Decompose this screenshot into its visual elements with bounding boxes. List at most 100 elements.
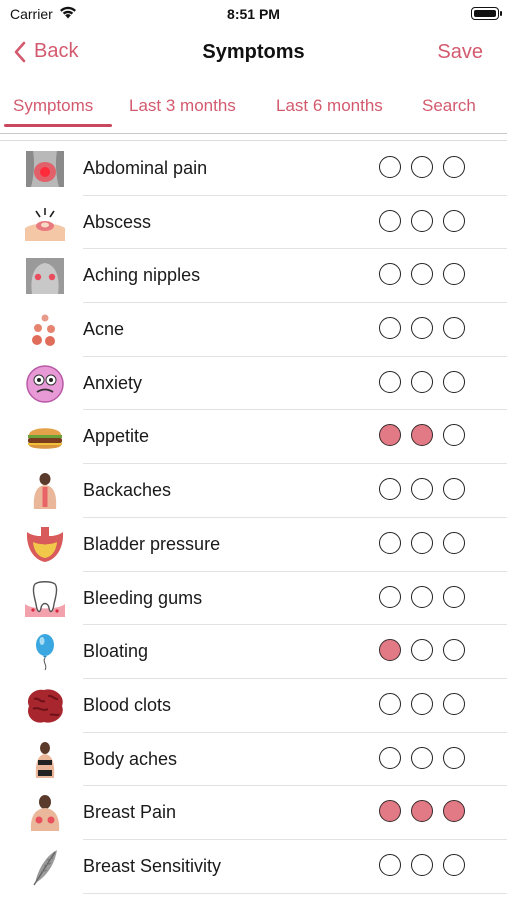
symptom-row-backaches[interactable]: Backaches bbox=[0, 464, 507, 518]
symptom-row-abdominal-pain[interactable]: Abdominal pain bbox=[0, 142, 507, 196]
tab-last-6-months[interactable]: Last 6 months bbox=[276, 96, 383, 116]
severity-circle-3[interactable] bbox=[443, 156, 465, 178]
abscess-icon bbox=[24, 203, 66, 243]
symptom-label: Bladder pressure bbox=[83, 533, 221, 554]
severity-circle-3[interactable] bbox=[443, 209, 465, 232]
severity-selector bbox=[379, 370, 465, 393]
severity-circle-1[interactable] bbox=[379, 639, 401, 662]
status-time: 8:51 PM bbox=[227, 6, 280, 22]
battery-icon bbox=[471, 7, 502, 20]
severity-selector bbox=[379, 156, 465, 178]
severity-circle-1[interactable] bbox=[379, 424, 401, 447]
symptom-row-abscess[interactable]: Abscess bbox=[0, 196, 507, 250]
severity-circle-2[interactable] bbox=[411, 156, 433, 178]
severity-selector bbox=[379, 424, 465, 447]
acne-icon bbox=[24, 310, 66, 350]
tabs-divider bbox=[0, 133, 507, 134]
active-tab-indicator bbox=[4, 124, 112, 127]
severity-circle-1[interactable] bbox=[379, 692, 401, 715]
navigation-bar: Back Symptoms Save bbox=[0, 30, 507, 76]
symptom-row-body-aches[interactable]: Body aches bbox=[0, 733, 507, 787]
status-bar: Carrier 8:51 PM bbox=[0, 0, 507, 30]
tab-symptoms[interactable]: Symptoms bbox=[13, 96, 93, 116]
severity-circle-3[interactable] bbox=[443, 692, 465, 715]
severity-selector bbox=[379, 800, 465, 823]
severity-circle-3[interactable] bbox=[443, 853, 465, 876]
severity-circle-3[interactable] bbox=[443, 746, 465, 769]
back-icon bbox=[24, 471, 66, 511]
severity-selector bbox=[379, 692, 465, 715]
symptom-label: Aching nipples bbox=[83, 265, 201, 286]
tab-bar: Symptoms Last 3 months Last 6 months Sea… bbox=[0, 88, 507, 128]
severity-circle-3[interactable] bbox=[443, 370, 465, 393]
severity-circle-1[interactable] bbox=[379, 263, 401, 286]
severity-circle-2[interactable] bbox=[411, 531, 433, 554]
symptom-row-bleeding-gums[interactable]: Bleeding gums bbox=[0, 572, 507, 626]
severity-circle-2[interactable] bbox=[411, 317, 433, 340]
tab-search[interactable]: Search bbox=[422, 96, 476, 116]
severity-selector bbox=[379, 585, 465, 608]
body-icon bbox=[24, 740, 66, 780]
tabs-divider bbox=[0, 140, 507, 141]
symptom-label: Abdominal pain bbox=[83, 158, 208, 178]
symptom-label: Bleeding gums bbox=[83, 587, 203, 608]
feather-icon bbox=[24, 847, 66, 887]
symptom-row-bloating[interactable]: Bloating bbox=[0, 625, 507, 679]
severity-circle-3[interactable] bbox=[443, 531, 465, 554]
page-title: Symptoms bbox=[202, 41, 305, 63]
severity-circle-2[interactable] bbox=[411, 209, 433, 232]
symptom-row-anxiety[interactable]: Anxiety bbox=[0, 357, 507, 411]
severity-circle-3[interactable] bbox=[443, 585, 465, 608]
severity-circle-1[interactable] bbox=[379, 156, 401, 178]
symptom-label: Body aches bbox=[83, 748, 178, 769]
severity-circle-1[interactable] bbox=[379, 531, 401, 554]
severity-circle-2[interactable] bbox=[411, 424, 433, 447]
severity-circle-2[interactable] bbox=[411, 639, 433, 662]
severity-circle-2[interactable] bbox=[411, 853, 433, 876]
severity-circle-3[interactable] bbox=[443, 424, 465, 447]
symptom-row-breast-pain[interactable]: Breast Pain bbox=[0, 786, 507, 840]
bladder-icon bbox=[24, 525, 66, 565]
severity-selector bbox=[379, 853, 465, 876]
blood-clot-icon bbox=[24, 686, 66, 726]
symptom-label: Breast Sensitivity bbox=[83, 855, 222, 876]
symptom-row-bladder-pressure[interactable]: Bladder pressure bbox=[0, 518, 507, 572]
anxious-face-icon bbox=[24, 364, 66, 404]
severity-circle-2[interactable] bbox=[411, 746, 433, 769]
severity-circle-1[interactable] bbox=[379, 209, 401, 232]
symptom-label: Acne bbox=[83, 319, 125, 340]
severity-circle-2[interactable] bbox=[411, 692, 433, 715]
severity-circle-1[interactable] bbox=[379, 478, 401, 501]
symptom-row-acne[interactable]: Acne bbox=[0, 303, 507, 357]
severity-circle-2[interactable] bbox=[411, 263, 433, 286]
severity-selector bbox=[379, 478, 465, 501]
severity-selector bbox=[379, 639, 465, 662]
symptom-row-aching-nipples[interactable]: Aching nipples bbox=[0, 249, 507, 304]
severity-selector bbox=[379, 263, 465, 286]
symptom-row-breast-sensitivity[interactable]: Breast Sensitivity bbox=[0, 840, 507, 894]
severity-circle-2[interactable] bbox=[411, 800, 433, 823]
save-button[interactable]: Save bbox=[437, 41, 483, 64]
symptom-label: Blood clots bbox=[83, 694, 172, 715]
symptom-label: Abscess bbox=[83, 211, 152, 232]
severity-circle-1[interactable] bbox=[379, 370, 401, 393]
severity-circle-1[interactable] bbox=[379, 585, 401, 608]
tab-last-3-months[interactable]: Last 3 months bbox=[129, 96, 236, 116]
severity-circle-2[interactable] bbox=[411, 370, 433, 393]
severity-circle-3[interactable] bbox=[443, 317, 465, 340]
symptom-row-blood-clots[interactable]: Blood clots bbox=[0, 679, 507, 733]
symptom-label: Backaches bbox=[83, 480, 172, 501]
severity-circle-1[interactable] bbox=[379, 317, 401, 340]
symptom-row-appetite[interactable]: Appetite bbox=[0, 410, 507, 465]
severity-circle-3[interactable] bbox=[443, 639, 465, 662]
severity-circle-2[interactable] bbox=[411, 585, 433, 608]
severity-circle-1[interactable] bbox=[379, 800, 401, 823]
row-divider bbox=[83, 892, 507, 894]
severity-circle-2[interactable] bbox=[411, 478, 433, 501]
symptom-label: Appetite bbox=[83, 426, 150, 447]
severity-circle-1[interactable] bbox=[379, 853, 401, 876]
severity-circle-1[interactable] bbox=[379, 746, 401, 769]
severity-circle-3[interactable] bbox=[443, 263, 465, 286]
severity-circle-3[interactable] bbox=[443, 478, 465, 501]
severity-circle-3[interactable] bbox=[443, 800, 465, 823]
